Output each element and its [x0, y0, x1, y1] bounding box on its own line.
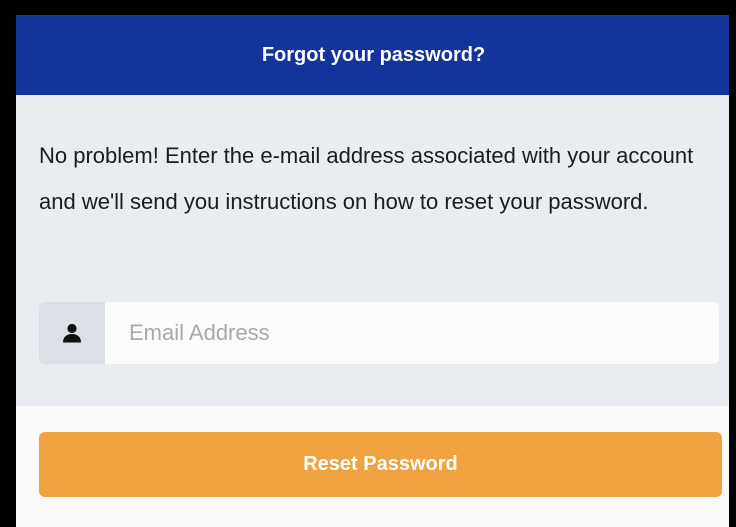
dialog-footer: Reset Password — [16, 406, 729, 527]
email-field[interactable] — [105, 302, 719, 364]
instructions-text: No problem! Enter the e-mail address ass… — [39, 143, 694, 214]
dialog-header: Forgot your password? — [16, 15, 729, 95]
dialog-title: Forgot your password? — [261, 43, 486, 66]
user-icon — [63, 323, 81, 343]
email-input-group — [39, 302, 719, 364]
dialog-body: No problem! Enter the e-mail address ass… — [16, 95, 729, 406]
reset-password-button[interactable]: Reset Password — [39, 432, 722, 497]
forgot-password-dialog: Forgot your password? No problem! Enter … — [16, 15, 729, 527]
input-addon — [39, 302, 105, 364]
